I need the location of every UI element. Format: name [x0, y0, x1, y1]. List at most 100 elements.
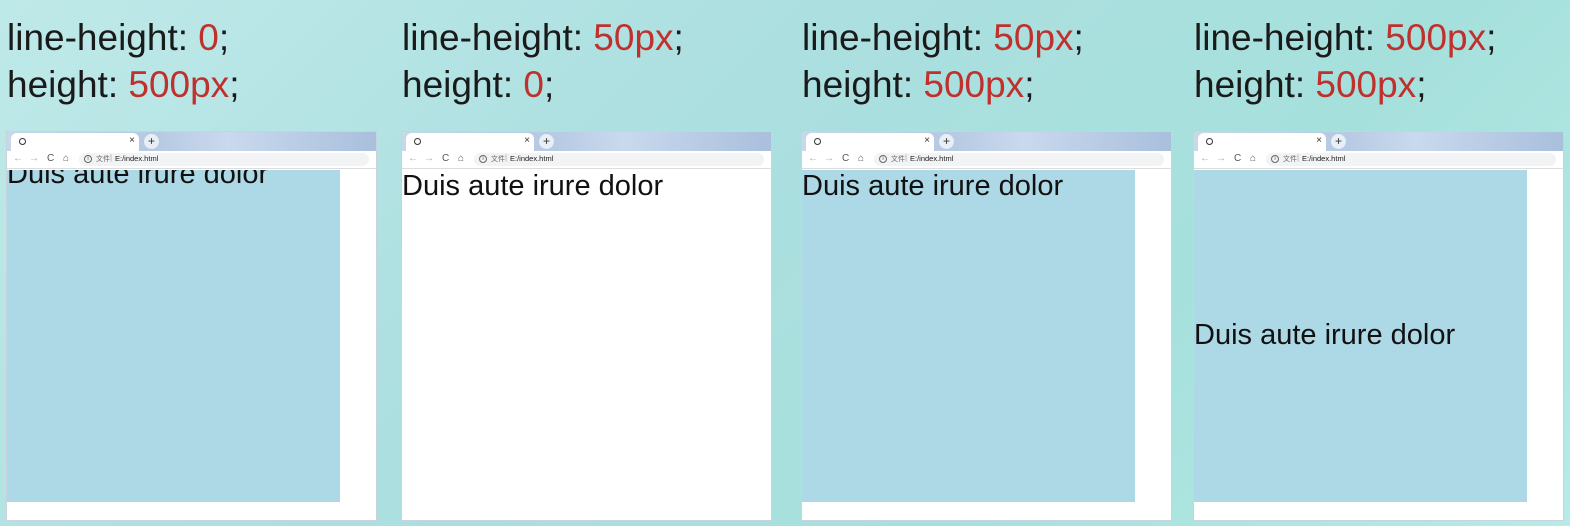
globe-icon	[414, 138, 421, 145]
browser-toolbar: ← → C ⌂ i 文件 | E:/index.html	[1194, 151, 1563, 169]
forward-arrow-icon[interactable]: →	[1216, 152, 1226, 166]
protocol-label: 文件	[96, 156, 110, 163]
back-arrow-icon[interactable]: ←	[808, 152, 818, 166]
url-text: E:/index.html	[910, 154, 954, 163]
property-name: height	[7, 64, 108, 105]
property-value: 500px	[1385, 17, 1487, 58]
close-icon[interactable]: ×	[1316, 135, 1322, 147]
caption-line-2: height: 0;	[402, 64, 555, 105]
browser-toolbar: ← → C ⌂ i 文件 | E:/index.html	[7, 151, 376, 169]
comparison-panel-3: line-height: 50px; height: 500px; × + ← …	[802, 0, 1177, 526]
tab-strip: × +	[402, 132, 771, 151]
page-viewport: Duis aute irure dolor	[7, 170, 376, 520]
browser-tab[interactable]: ×	[406, 133, 534, 151]
address-separator: |	[505, 153, 508, 162]
address-bar[interactable]: i 文件 | E:/index.html	[79, 153, 369, 166]
property-value: 50px	[593, 17, 674, 58]
property-value: 0	[198, 17, 219, 58]
caption-line-2: height: 500px;	[7, 64, 240, 105]
address-bar[interactable]: i 文件 | E:/index.html	[1266, 153, 1556, 166]
browser-toolbar: ← → C ⌂ i 文件 | E:/index.html	[802, 151, 1171, 169]
forward-arrow-icon[interactable]: →	[424, 152, 434, 166]
demo-text: Duis aute irure dolor	[802, 170, 1064, 202]
caption-line-1: line-height: 0;	[7, 17, 230, 58]
property-value: 50px	[993, 17, 1074, 58]
back-arrow-icon[interactable]: ←	[13, 152, 23, 166]
reload-icon[interactable]: C	[842, 152, 849, 166]
caption-line-1: line-height: 50px;	[802, 17, 1084, 58]
protocol-label: 文件	[491, 156, 505, 163]
info-icon: i	[879, 155, 887, 163]
browser-tab[interactable]: ×	[1198, 133, 1326, 151]
property-value: 500px	[128, 64, 230, 105]
reload-icon[interactable]: C	[47, 152, 54, 166]
property-name: line-height	[1194, 17, 1365, 58]
comparison-panel-1: line-height: 0; height: 500px; × + ← → C…	[7, 0, 382, 526]
home-icon[interactable]: ⌂	[858, 152, 864, 166]
browser-tab[interactable]: ×	[806, 133, 934, 151]
page-viewport: Duis aute irure dolor	[802, 170, 1171, 520]
tab-strip: × +	[1194, 132, 1563, 151]
url-text: E:/index.html	[115, 154, 159, 163]
info-icon: i	[1271, 155, 1279, 163]
new-tab-button[interactable]: +	[939, 134, 954, 149]
property-name: line-height	[402, 17, 573, 58]
info-icon: i	[479, 155, 487, 163]
address-bar[interactable]: i 文件 | E:/index.html	[874, 153, 1164, 166]
page-viewport: Duis aute irure dolor	[1194, 170, 1563, 520]
property-value: 500px	[923, 64, 1025, 105]
protocol-label: 文件	[1283, 156, 1297, 163]
page-viewport: Duis aute irure dolor	[402, 170, 771, 520]
close-icon[interactable]: ×	[524, 135, 530, 147]
tab-strip: × +	[802, 132, 1171, 151]
css-caption: line-height: 500px; height: 500px;	[1194, 14, 1496, 108]
demo-box	[7, 170, 340, 502]
css-caption: line-height: 50px; height: 0;	[402, 14, 684, 108]
forward-arrow-icon[interactable]: →	[29, 152, 39, 166]
comparison-panel-2: line-height: 50px; height: 0; × + ← → C …	[402, 0, 777, 526]
caption-line-2: height: 500px;	[1194, 64, 1427, 105]
info-icon: i	[84, 155, 92, 163]
home-icon[interactable]: ⌂	[63, 152, 69, 166]
url-text: E:/index.html	[510, 154, 554, 163]
address-separator: |	[1297, 153, 1300, 162]
property-name: line-height	[7, 17, 178, 58]
new-tab-button[interactable]: +	[1331, 134, 1346, 149]
browser-toolbar: ← → C ⌂ i 文件 | E:/index.html	[402, 151, 771, 169]
address-separator: |	[905, 153, 908, 162]
demo-text: Duis aute irure dolor	[1194, 319, 1456, 351]
address-bar[interactable]: i 文件 | E:/index.html	[474, 153, 764, 166]
tab-strip: × +	[7, 132, 376, 151]
property-value: 0	[523, 64, 544, 105]
new-tab-button[interactable]: +	[144, 134, 159, 149]
protocol-label: 文件	[891, 156, 905, 163]
close-icon[interactable]: ×	[129, 135, 135, 147]
new-tab-button[interactable]: +	[539, 134, 554, 149]
caption-line-1: line-height: 500px;	[1194, 17, 1497, 58]
reload-icon[interactable]: C	[1234, 152, 1241, 166]
back-arrow-icon[interactable]: ←	[408, 152, 418, 166]
demo-text: Duis aute irure dolor	[402, 170, 664, 202]
globe-icon	[1206, 138, 1213, 145]
demo-box	[802, 170, 1135, 502]
browser-window: × + ← → C ⌂ i 文件 | E:/index.html Duis au…	[402, 132, 771, 520]
css-caption: line-height: 50px; height: 500px;	[802, 14, 1084, 108]
caption-line-1: line-height: 50px;	[402, 17, 684, 58]
css-caption: line-height: 0; height: 500px;	[7, 14, 239, 108]
caption-line-2: height: 500px;	[802, 64, 1035, 105]
browser-window: × + ← → C ⌂ i 文件 | E:/index.html Duis au…	[1194, 132, 1563, 520]
close-icon[interactable]: ×	[924, 135, 930, 147]
back-arrow-icon[interactable]: ←	[1200, 152, 1210, 166]
address-separator: |	[110, 153, 113, 162]
home-icon[interactable]: ⌂	[1250, 152, 1256, 166]
home-icon[interactable]: ⌂	[458, 152, 464, 166]
property-value: 500px	[1315, 64, 1417, 105]
browser-tab[interactable]: ×	[11, 133, 139, 151]
property-name: height	[1194, 64, 1295, 105]
reload-icon[interactable]: C	[442, 152, 449, 166]
property-name: height	[402, 64, 503, 105]
globe-icon	[19, 138, 26, 145]
forward-arrow-icon[interactable]: →	[824, 152, 834, 166]
comparison-panel-4: line-height: 500px; height: 500px; × + ←…	[1194, 0, 1569, 526]
url-text: E:/index.html	[1302, 154, 1346, 163]
